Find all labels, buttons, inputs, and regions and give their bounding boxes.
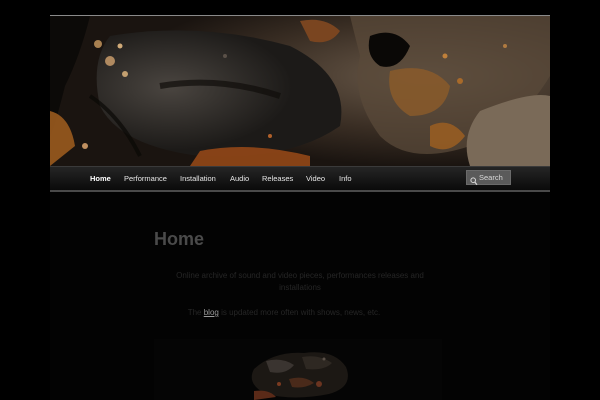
blog-note: The blog is updated more often with show… (154, 307, 414, 319)
blog-note-prefix: The (187, 308, 204, 317)
header-image[interactable] (50, 15, 550, 166)
search-box[interactable] (466, 170, 511, 186)
search-input[interactable] (479, 171, 511, 184)
nav-item-video[interactable]: Video (306, 167, 325, 190)
blog-link[interactable]: blog (204, 308, 219, 317)
page-container: Home Performance Installation Audio Rele… (50, 15, 550, 400)
nav-item-audio[interactable]: Audio (230, 167, 249, 190)
search-icon (470, 173, 478, 191)
intro-text: Online archive of sound and video pieces… (176, 271, 424, 292)
nav-item-performance[interactable]: Performance (124, 167, 167, 190)
page-title: Home (154, 229, 205, 249)
nav-item-info[interactable]: Info (339, 167, 352, 190)
blog-note-suffix: is updated more often with shows, news, … (218, 308, 381, 317)
nav-item-home[interactable]: Home (90, 167, 111, 190)
nav-item-installation[interactable]: Installation (180, 167, 216, 190)
content-image (154, 339, 442, 400)
nav-item-releases[interactable]: Releases (262, 167, 293, 190)
main-navigation: Home Performance Installation Audio Rele… (50, 166, 550, 192)
